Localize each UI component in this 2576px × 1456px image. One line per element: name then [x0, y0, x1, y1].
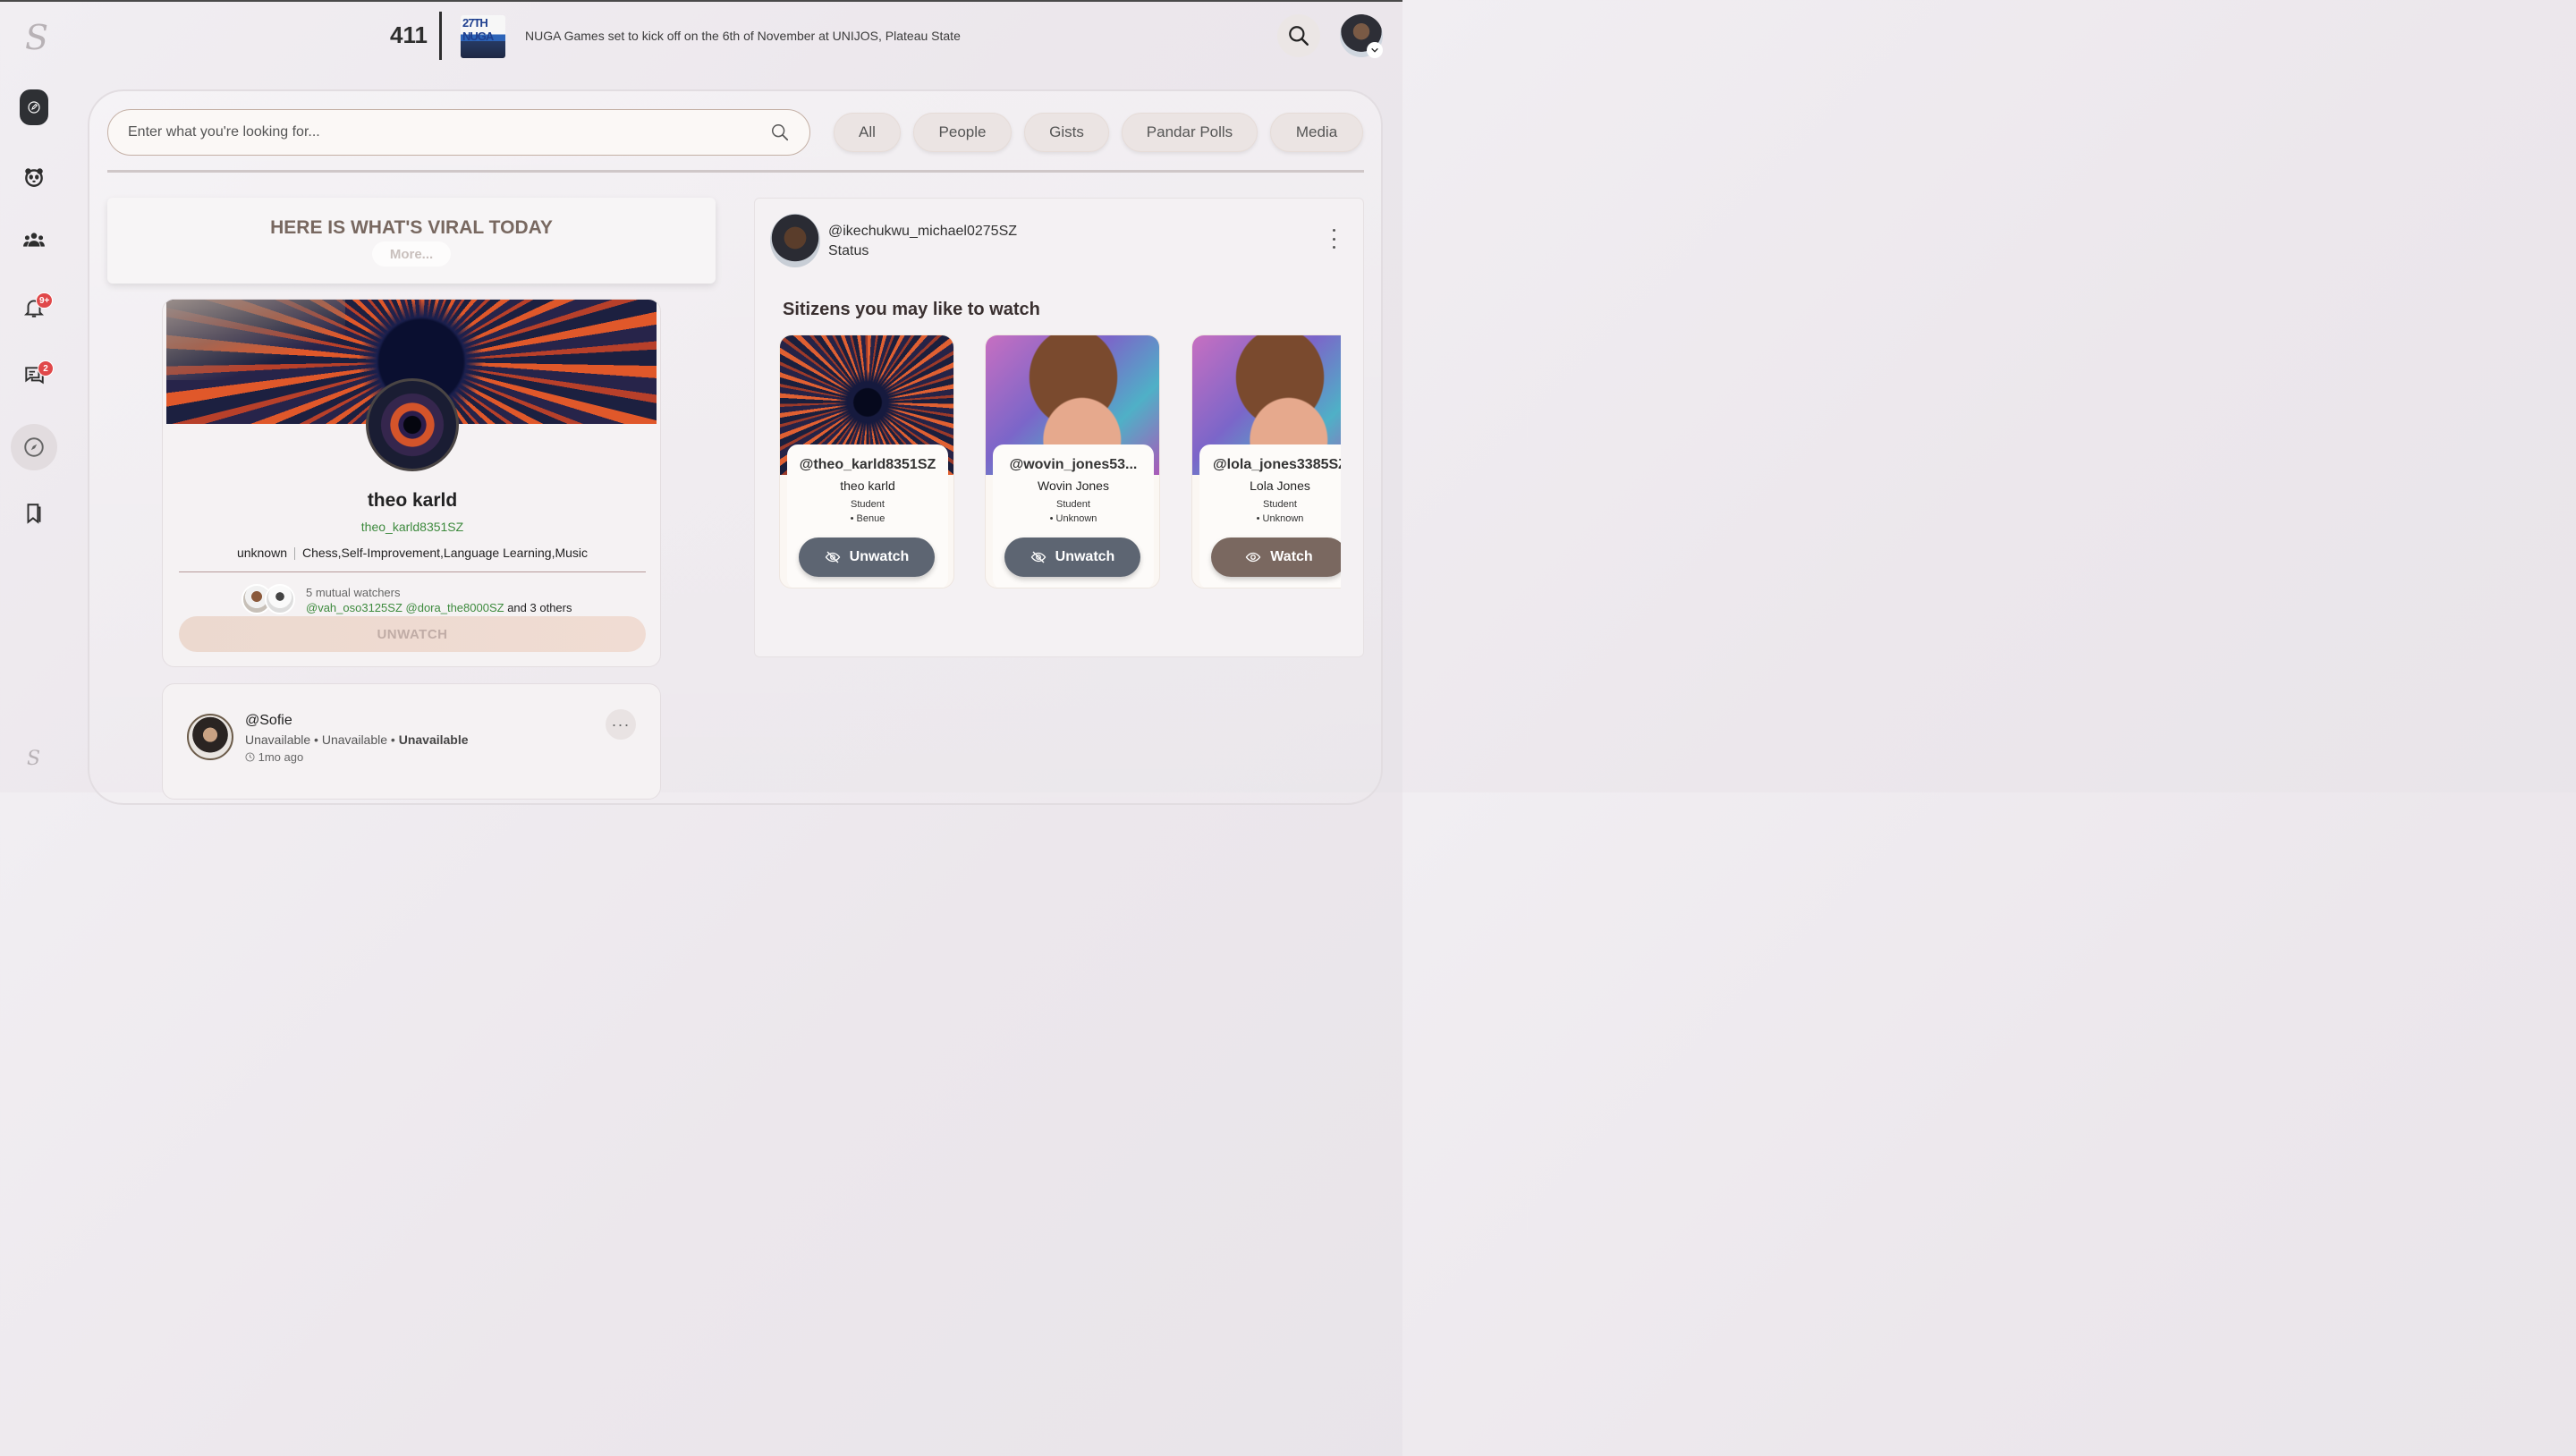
profile-divider: [179, 571, 646, 572]
suggestion-name: theo karld: [840, 478, 895, 493]
compass-icon: [24, 437, 44, 457]
mutual-user-link[interactable]: @dora_the8000SZ: [406, 601, 504, 614]
post-sub-3: Unavailable: [398, 732, 469, 747]
filter-divider: [107, 170, 1364, 173]
eye-off-icon: [825, 551, 840, 563]
app-logo[interactable]: S: [25, 18, 61, 57]
mutual-avatar[interactable]: [265, 584, 295, 614]
suggestion-role: Student: [851, 499, 885, 510]
post-time-text: 1mo ago: [258, 750, 304, 764]
filter-media[interactable]: Media: [1270, 113, 1363, 152]
post-subtitle: Unavailable • Unavailable • Unavailable: [245, 732, 469, 747]
suggestion-location: • Unknown: [1256, 513, 1304, 524]
search-icon: [1289, 26, 1309, 46]
global-search-button[interactable]: [1277, 14, 1320, 57]
profile-card: theo karld theo_karld8351SZ unknown Chess…: [162, 299, 661, 667]
status-label: Status: [828, 243, 869, 258]
profile-avatar[interactable]: [366, 378, 459, 471]
sidebar-item-feed[interactable]: [20, 89, 48, 125]
suggestions-carousel[interactable]: @theo_karld8351SZ theo karld Student • B…: [779, 334, 1341, 588]
clock-icon: [245, 752, 255, 762]
eye-off-icon: [1030, 551, 1046, 563]
mutual-list: @vah_oso3125SZ @dora_the8000SZ and 3 oth…: [306, 601, 572, 614]
suggestion-name: Lola Jones: [1250, 478, 1310, 493]
watch-label: Watch: [1270, 549, 1313, 564]
post-sub-2: Unavailable: [321, 732, 388, 747]
viral-title: HERE IS WHAT'S VIRAL TODAY: [270, 217, 553, 238]
news-thumbnail-text: 27TH NUGA: [462, 16, 494, 43]
sidebar-item-bookmarks[interactable]: [16, 495, 52, 531]
viral-banner: HERE IS WHAT'S VIRAL TODAY More...: [107, 198, 716, 284]
suggestion-card[interactable]: @wovin_jones53... Wovin Jones Student • …: [985, 334, 1160, 588]
unwatch-button[interactable]: Unwatch: [799, 538, 935, 577]
post-author[interactable]: @Sofie: [245, 713, 292, 729]
filter-all[interactable]: All: [834, 113, 901, 152]
news-count: 411: [390, 21, 428, 48]
sidebar-item-explore[interactable]: [11, 424, 57, 470]
profile-name: theo karld: [367, 490, 458, 511]
footer-logo: S: [27, 748, 41, 770]
sidebar-item-panda[interactable]: [16, 159, 52, 195]
notifications-badge: 9+: [36, 292, 54, 309]
post-time: 1mo ago: [245, 750, 303, 764]
viral-more-button[interactable]: More...: [372, 241, 451, 267]
suggestion-role: Student: [1263, 499, 1297, 510]
suggestion-card[interactable]: @lola_jones3385SZ Lola Jones Student • U…: [1191, 334, 1341, 588]
suggestions-title: Sitizens you may like to watch: [783, 300, 1040, 319]
post-menu-button[interactable]: ···: [606, 709, 636, 740]
eye-icon: [1245, 552, 1261, 563]
status-avatar[interactable]: [770, 214, 820, 267]
suggestion-handle[interactable]: @wovin_jones53...: [986, 457, 1159, 473]
pen-icon: [28, 101, 40, 114]
sidebar-item-notifications[interactable]: 9+: [16, 290, 54, 326]
unwatch-button[interactable]: Unwatch: [1004, 538, 1140, 577]
unwatch-label: Unwatch: [849, 549, 910, 564]
profile-handle[interactable]: theo_karld8351SZ: [163, 520, 660, 534]
filter-people[interactable]: People: [913, 113, 1012, 152]
profile-unwatch-button[interactable]: UNWATCH: [179, 616, 646, 652]
sidebar-item-community[interactable]: [16, 222, 52, 258]
profile-interests: Chess,Self-Improvement,Language Learning…: [301, 546, 589, 560]
search-input[interactable]: [128, 124, 770, 140]
sidebar-item-messages[interactable]: 2: [16, 358, 54, 394]
search-icon[interactable]: [770, 123, 790, 142]
status-panel: @ikechukwu_michael0275SZ Status Sitizens…: [754, 198, 1364, 657]
news-thumbnail[interactable]: 27TH NUGA: [461, 15, 505, 58]
profile-location: unknown: [236, 546, 287, 560]
suggestion-card[interactable]: @theo_karld8351SZ theo karld Student • B…: [779, 334, 954, 588]
watch-button[interactable]: Watch: [1211, 538, 1341, 577]
messages-badge: 2: [38, 360, 54, 377]
status-handle[interactable]: @ikechukwu_michael0275SZ: [828, 224, 1017, 240]
suggestion-handle[interactable]: @lola_jones3385SZ: [1192, 457, 1341, 473]
post-sub-1: Unavailable: [245, 732, 311, 747]
panda-icon: [25, 168, 43, 187]
group-icon: [23, 233, 45, 247]
post-avatar[interactable]: [187, 714, 233, 760]
search-bar: [107, 109, 810, 156]
filter-gists[interactable]: Gists: [1024, 113, 1109, 152]
news-headline[interactable]: NUGA Games set to kick off on the 6th of…: [525, 29, 961, 43]
filter-pandar-polls[interactable]: Pandar Polls: [1122, 113, 1258, 152]
suggestion-handle[interactable]: @theo_karld8351SZ: [780, 457, 953, 473]
bookmark-icon: [27, 504, 41, 524]
sidebar: S 9+ 2 S: [0, 0, 70, 792]
unwatch-label: Unwatch: [1055, 549, 1115, 564]
mutual-count: 5 mutual watchers: [306, 586, 401, 599]
suggestion-location: • Unknown: [1049, 513, 1097, 524]
post-card: @Sofie Unavailable • Unavailable • Unava…: [162, 683, 661, 800]
divider: [439, 12, 442, 60]
more-vertical-icon[interactable]: [1330, 229, 1337, 249]
mutual-others[interactable]: and 3 others: [507, 601, 572, 614]
top-border: [0, 0, 1402, 2]
chevron-down-icon[interactable]: [1367, 42, 1383, 58]
suggestion-name: Wovin Jones: [1038, 478, 1109, 493]
mutual-user-link[interactable]: @vah_oso3125SZ: [306, 601, 402, 614]
profile-meta: unknown Chess,Self-Improvement,Language L…: [163, 546, 660, 561]
suggestion-location: • Benue: [850, 513, 886, 524]
suggestion-role: Student: [1056, 499, 1090, 510]
